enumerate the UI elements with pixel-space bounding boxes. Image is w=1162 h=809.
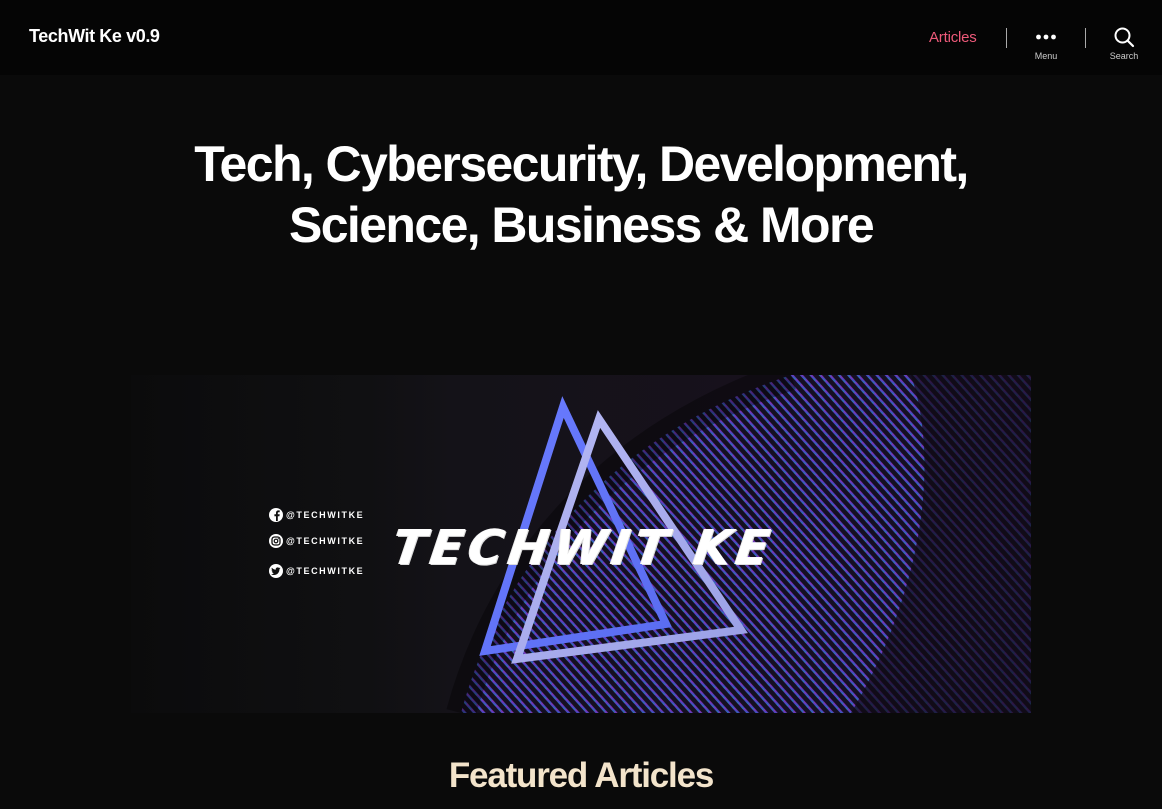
banner-image: @TECHWITKE @TECHWITKE @TECHWITKE TECHWIT… — [131, 375, 1031, 713]
nav-link-articles[interactable]: Articles — [929, 29, 977, 46]
search-icon — [1094, 26, 1154, 48]
instagram-icon — [269, 534, 283, 548]
site-title-link[interactable]: TechWit Ke v0.9 — [29, 26, 160, 47]
search-button[interactable]: Search — [1094, 26, 1154, 66]
social-instagram: @TECHWITKE — [269, 533, 364, 549]
social-handle: @TECHWITKE — [286, 536, 365, 546]
social-handle: @TECHWITKE — [286, 566, 365, 576]
social-twitter: @TECHWITKE — [269, 563, 364, 579]
nav-divider — [1085, 28, 1086, 48]
twitter-icon — [269, 564, 283, 578]
facebook-icon — [269, 508, 283, 522]
section-heading-featured-articles: Featured Articles — [448, 756, 714, 795]
nav-divider — [1006, 28, 1007, 48]
search-label: Search — [1109, 51, 1139, 61]
social-handle: @TECHWITKE — [286, 510, 365, 520]
menu-label: Menu — [1034, 51, 1058, 61]
site-header: TechWit Ke v0.9 Articles Menu Search — [0, 0, 1162, 75]
ellipsis-icon — [1016, 26, 1076, 48]
social-facebook: @TECHWITKE — [269, 507, 364, 523]
menu-button[interactable]: Menu — [1016, 26, 1076, 66]
banner-brand-text: TECHWIT KE — [389, 520, 779, 576]
page-title: Tech, Cybersecurity, Development, Scienc… — [194, 136, 969, 253]
